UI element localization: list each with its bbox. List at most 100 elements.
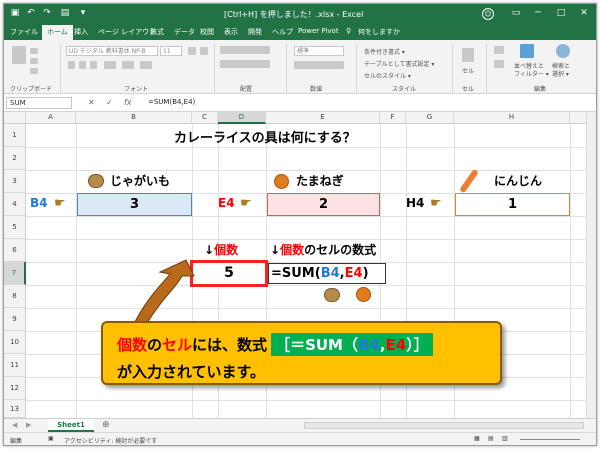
cell-h4[interactable]: 1: [455, 193, 570, 216]
col-header-d[interactable]: D: [218, 112, 266, 124]
col-header-f[interactable]: F: [380, 112, 406, 124]
font-color-icon[interactable]: [140, 61, 152, 69]
fill-icon[interactable]: [494, 60, 504, 68]
grid-line: [570, 124, 571, 418]
row-header-4[interactable]: 4: [4, 193, 26, 216]
col-header-e[interactable]: E: [266, 112, 380, 124]
format-painter-icon[interactable]: [30, 68, 38, 74]
align-left-icons[interactable]: [220, 60, 270, 68]
carrot-icon: [459, 168, 479, 194]
sort-filter-icon[interactable]: [520, 44, 534, 58]
open-icon[interactable]: ▤: [60, 8, 70, 18]
underline-icon[interactable]: [90, 61, 97, 69]
accessibility-status[interactable]: アクセシビリティ: 検討が必要です: [64, 436, 157, 445]
undo-icon[interactable]: ↶: [26, 8, 36, 18]
row-header-3[interactable]: 3: [4, 170, 26, 193]
enter-icon[interactable]: ✓: [106, 98, 113, 107]
minimize-icon[interactable]: ─: [531, 7, 545, 20]
tab-review[interactable]: 校閲: [200, 27, 214, 37]
copy-icon[interactable]: [30, 58, 38, 64]
customize-icon[interactable]: ▾: [78, 8, 88, 18]
sort-filter-label-2[interactable]: フィルター ▾: [514, 69, 549, 78]
zoom-slider[interactable]: [520, 439, 580, 440]
row-header-11[interactable]: 11: [4, 354, 26, 377]
find-select-label-2[interactable]: 選択 ▾: [552, 69, 569, 78]
redo-icon[interactable]: ↷: [42, 8, 52, 18]
row-header-5[interactable]: 5: [4, 216, 26, 239]
close-icon[interactable]: ✕: [577, 7, 591, 20]
name-box[interactable]: SUM: [6, 97, 72, 109]
vertical-scrollbar[interactable]: [586, 112, 596, 418]
tab-view[interactable]: 表示: [224, 27, 238, 37]
tab-developer[interactable]: 開発: [248, 27, 262, 37]
col-header-h[interactable]: H: [454, 112, 570, 124]
italic-icon[interactable]: [79, 61, 86, 69]
save-icon[interactable]: ▣: [10, 8, 20, 18]
tab-formulas[interactable]: 数式: [150, 27, 164, 37]
tab-home[interactable]: ホーム: [42, 25, 73, 40]
formula-input[interactable]: =SUM(B4,E4): [148, 98, 195, 106]
shrink-font-icon[interactable]: [200, 47, 208, 55]
potato-icon: [88, 174, 104, 188]
autosum-icon[interactable]: [494, 46, 504, 54]
normal-view-icon[interactable]: ▦: [474, 435, 480, 442]
row-header-2[interactable]: 2: [4, 147, 26, 170]
number-format-icons[interactable]: [294, 61, 344, 69]
paste-icon[interactable]: [12, 46, 26, 64]
number-format-box[interactable]: 標準: [294, 46, 344, 56]
cells-button[interactable]: セル: [462, 66, 474, 75]
col-header-g[interactable]: G: [406, 112, 454, 124]
tab-page-layout[interactable]: ページ レイアウト: [98, 27, 156, 37]
font-name-box[interactable]: UD デジタル 教科書体 NP-B: [66, 46, 158, 56]
col-header-c[interactable]: C: [192, 112, 218, 124]
cell-b4[interactable]: 3: [77, 193, 192, 216]
select-all-button[interactable]: [4, 112, 26, 124]
add-sheet-icon[interactable]: ⊕: [102, 420, 110, 430]
prev-sheet-icon[interactable]: ◀: [12, 421, 17, 429]
grow-font-icon[interactable]: [188, 47, 196, 55]
next-sheet-icon[interactable]: ▶: [26, 421, 31, 429]
insert-function-icon[interactable]: fx: [124, 98, 132, 107]
format-as-table-button[interactable]: テーブルとして書式設定 ▾: [364, 59, 434, 68]
tab-insert[interactable]: 挿入: [74, 27, 88, 37]
row-header-1[interactable]: 1: [4, 124, 26, 147]
row-header-8[interactable]: 8: [4, 285, 26, 308]
cell-e7-formula[interactable]: =SUM(B4,E4): [268, 263, 386, 284]
tell-me-icon[interactable]: ♀: [346, 27, 351, 35]
cells-icon[interactable]: [462, 48, 474, 62]
row-header-13[interactable]: 13: [4, 400, 26, 418]
find-select-icon[interactable]: [556, 44, 570, 58]
fill-color-icon[interactable]: [122, 61, 134, 69]
row-header-9[interactable]: 9: [4, 308, 26, 331]
page-break-view-icon[interactable]: ▥: [502, 435, 508, 442]
tab-file[interactable]: ファイル: [10, 27, 38, 37]
account-icon[interactable]: ☺: [482, 8, 494, 20]
page-layout-view-icon[interactable]: ▤: [488, 435, 494, 442]
tab-help[interactable]: ヘルプ: [272, 27, 293, 37]
tell-me-box[interactable]: 何をしますか: [358, 27, 400, 37]
group-editing: 編集: [534, 86, 547, 93]
conditional-format-button[interactable]: 条件付き書式 ▾: [364, 47, 405, 56]
tab-data[interactable]: データ: [174, 27, 195, 37]
restore-ribbon-icon[interactable]: ▭: [509, 7, 523, 20]
cell-e4[interactable]: 2: [267, 193, 380, 216]
row-header-6[interactable]: 6: [4, 239, 26, 262]
align-top-icons[interactable]: [220, 46, 270, 54]
col-header-b[interactable]: B: [76, 112, 192, 124]
bold-icon[interactable]: [68, 61, 75, 69]
tab-power-pivot[interactable]: Power Pivot: [298, 27, 339, 35]
row-header-7[interactable]: 7: [4, 262, 26, 285]
row-header-10[interactable]: 10: [4, 331, 26, 354]
horizontal-scrollbar[interactable]: [304, 422, 584, 429]
col-header-a[interactable]: A: [26, 112, 76, 124]
cut-icon[interactable]: [30, 48, 38, 54]
maximize-icon[interactable]: □: [554, 7, 568, 20]
borders-icon[interactable]: [104, 61, 116, 69]
sheet-tab-sheet1[interactable]: Sheet1: [48, 419, 94, 432]
cancel-icon[interactable]: ✕: [88, 98, 95, 107]
cell-styles-button[interactable]: セルのスタイル ▾: [364, 71, 411, 80]
macro-record-icon[interactable]: ▣: [48, 435, 54, 442]
font-size-box[interactable]: 11: [160, 46, 182, 56]
row-header-12[interactable]: 12: [4, 377, 26, 400]
onion-icon: [274, 174, 289, 189]
